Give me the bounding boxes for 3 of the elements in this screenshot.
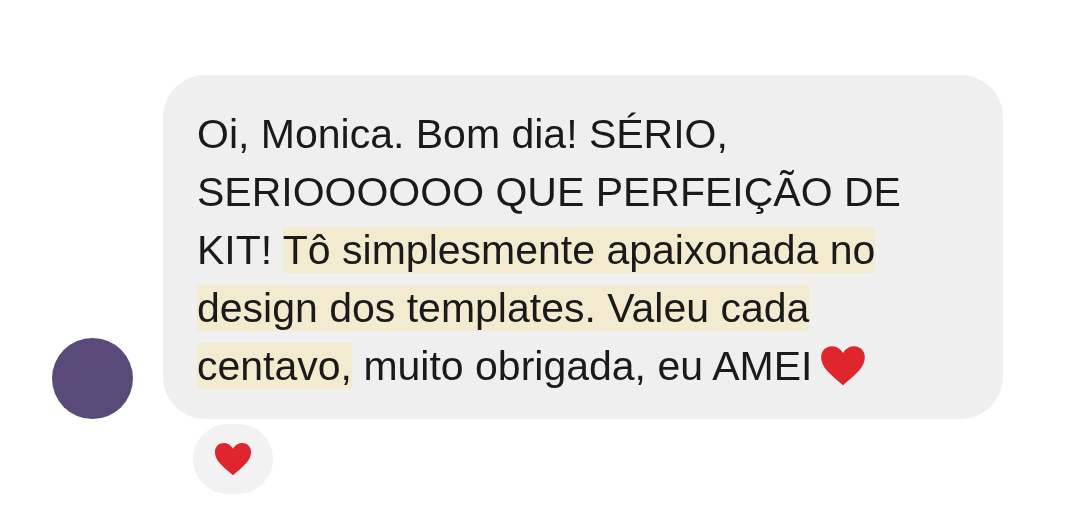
heart-icon [214,441,252,477]
message-text: Oi, Monica. Bom dia! SÉRIO, SERIOOOOOO QUE PERFEIÇÃO DE KIT! Tô simplesmente apaixonada no design dos templates. Valeu cada centavo, muito obrigada, eu AMEI [197,110,902,391]
heart-icon [820,344,867,386]
